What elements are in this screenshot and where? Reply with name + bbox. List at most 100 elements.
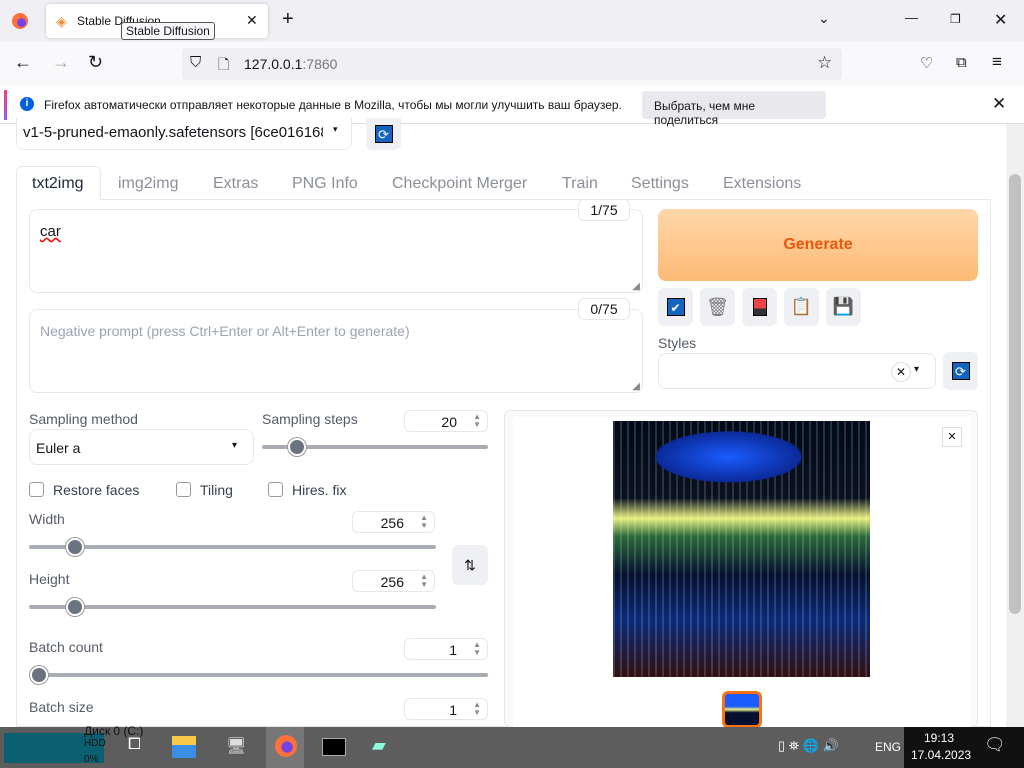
tray-icons[interactable]: ▯ ⛯ 🌐 🔊 — [778, 738, 839, 754]
height-slider[interactable] — [29, 605, 436, 609]
batch-count-slider[interactable] — [29, 673, 488, 677]
disk-type: HDD — [84, 738, 106, 749]
checkpoint-value: v1-5-pruned-emaonly.safetensors [6ce0161… — [23, 124, 323, 141]
info-icon: i — [20, 97, 34, 111]
tab-extensions[interactable]: Extensions — [723, 175, 801, 193]
negative-prompt-input[interactable]: Negative prompt (press Ctrl+Enter or Alt… — [29, 309, 643, 393]
sampling-steps-input[interactable]: 20 ▲ ▼ — [404, 410, 488, 432]
terminal-icon[interactable] — [322, 738, 346, 756]
prompt-input[interactable]: car ◢ — [29, 209, 643, 293]
prompt-token-counter: 1/75 — [578, 199, 630, 221]
task-view-icon[interactable]: ⧠ — [128, 736, 141, 754]
restore-faces-checkbox[interactable] — [29, 482, 44, 497]
sampling-steps-label: Sampling steps — [262, 411, 358, 427]
tab-strip: ◈ Stable Diffusion ✕ Stable Diffusion + … — [0, 0, 1024, 42]
hires-fix-label: Hires. fix — [292, 482, 347, 498]
refresh-icon: ⟳ — [374, 125, 393, 143]
new-tab-button[interactable]: + — [282, 8, 294, 31]
firefox-menu-icon[interactable] — [12, 13, 28, 29]
extensions-icon[interactable]: ⧉ — [956, 54, 967, 71]
clock-time[interactable]: 19:13 — [924, 731, 954, 745]
taskbar: Диск 0 (C:) HDD 0% ⧠ 🖥 ▰ ▯ ⛯ 🌐 🔊 ENG 19:… — [0, 724, 1024, 768]
generate-button[interactable]: Generate — [658, 209, 978, 281]
close-window-icon[interactable]: ✕ — [994, 10, 1007, 30]
width-input[interactable]: 256 ▲ ▼ — [352, 511, 435, 533]
tab-train[interactable]: Train — [562, 175, 598, 193]
refresh-styles-button[interactable]: ⟳ — [943, 352, 978, 390]
checkpoint-select[interactable]: v1-5-pruned-emaonly.safetensors [6ce0161… — [16, 118, 352, 150]
hires-fix-checkbox[interactable] — [268, 482, 283, 497]
tab-settings[interactable]: Settings — [631, 175, 689, 193]
page-icon: 🗋 — [218, 56, 230, 72]
tab-png-info[interactable]: PNG Info — [292, 175, 358, 193]
chevron-down-icon: ▾ — [232, 440, 238, 451]
minimize-icon[interactable]: — — [905, 10, 918, 25]
sampling-method-select[interactable]: Euler a ▾ — [29, 429, 254, 465]
save-style-button[interactable]: 💾 — [826, 288, 861, 326]
tiling-checkbox[interactable] — [176, 482, 191, 497]
batch-size-value: 1 — [449, 702, 457, 718]
paste-button[interactable]: 📋 — [784, 288, 819, 326]
close-image-icon[interactable]: ✕ — [942, 427, 962, 447]
chevron-down-icon: ▾ — [914, 364, 920, 375]
sampling-steps-handle[interactable] — [288, 438, 306, 456]
tiling-label: Tiling — [200, 482, 233, 498]
height-input[interactable]: 256 ▲ ▼ — [352, 570, 435, 592]
clear-prompt-button[interactable]: 🗑 — [700, 288, 735, 326]
clock-date[interactable]: 17.04.2023 — [911, 748, 971, 762]
list-tabs-icon[interactable]: ⌄ — [818, 10, 830, 27]
reload-icon[interactable]: ↻ — [88, 52, 103, 73]
swap-dimensions-button[interactable]: ⇅ — [452, 545, 488, 585]
firefox-taskbar-icon[interactable] — [275, 735, 297, 757]
chevron-down-icon: ▾ — [333, 124, 338, 134]
image-thumbnail[interactable] — [722, 691, 762, 728]
generate-label: Generate — [783, 236, 853, 253]
scrollbar[interactable] — [1006, 124, 1024, 727]
swap-icon: ⇅ — [464, 556, 476, 573]
bookmark-star-icon[interactable]: ☆ — [817, 53, 832, 73]
height-value: 256 — [380, 574, 404, 590]
notepad-icon[interactable]: ▰ — [372, 735, 386, 756]
tab-img2img[interactable]: img2img — [118, 175, 178, 193]
tab-extras[interactable]: Extras — [213, 175, 258, 193]
batch-size-input[interactable]: 1 ▲ ▼ — [404, 698, 488, 720]
extra-networks-button[interactable] — [742, 288, 777, 326]
pocket-icon[interactable]: ♡ — [920, 54, 933, 72]
resource-monitor-icon[interactable]: 🖥 — [226, 736, 246, 756]
width-value: 256 — [380, 515, 404, 531]
menu-icon[interactable]: ≡ — [992, 52, 1002, 72]
refresh-icon: ⟳ — [951, 362, 970, 380]
styles-dropdown[interactable]: ✕ ▾ — [658, 353, 936, 389]
language-indicator[interactable]: ENG — [875, 740, 901, 754]
apply-style-button[interactable]: ✔ — [658, 288, 693, 326]
trash-icon: 🗑 — [706, 296, 729, 317]
notification-choose-button[interactable]: Выбрать, чем мне поделиться — [642, 91, 826, 127]
refresh-checkpoint-button[interactable]: ⟳ — [366, 118, 401, 150]
maximize-icon[interactable]: ❐ — [950, 12, 961, 26]
close-tab-icon[interactable]: ✕ — [246, 12, 258, 29]
negative-prompt-placeholder: Negative prompt (press Ctrl+Enter or Alt… — [40, 323, 410, 339]
width-handle[interactable] — [66, 538, 84, 556]
floppy-disk-icon: 💾 — [832, 297, 855, 316]
batch-count-input[interactable]: 1 ▲ ▼ — [404, 638, 488, 660]
gallery: ✕ — [504, 410, 978, 737]
styles-label: Styles — [658, 335, 697, 351]
clear-styles-icon[interactable]: ✕ — [891, 362, 911, 382]
batch-count-value: 1 — [449, 642, 457, 658]
notifications-icon[interactable]: 🗨 — [984, 735, 1006, 755]
width-slider[interactable] — [29, 545, 436, 549]
stable-diffusion-icon: ◈ — [56, 13, 67, 29]
forward-icon[interactable]: → — [52, 52, 70, 73]
url-bar[interactable]: ⛉ 🗋 127.0.0.1:7860 ☆ — [182, 48, 842, 80]
notification-text: Firefox автоматически отправляет некотор… — [44, 98, 622, 112]
batch-count-handle[interactable] — [30, 666, 48, 684]
notification-close-icon[interactable]: ✕ — [992, 94, 1006, 114]
batch-size-label: Batch size — [29, 699, 94, 715]
generated-image[interactable] — [613, 421, 870, 677]
height-handle[interactable] — [66, 598, 84, 616]
tab-checkpoint-merger[interactable]: Checkpoint Merger — [392, 175, 527, 193]
back-icon[interactable]: ← — [14, 52, 32, 73]
sampling-steps-value: 20 — [441, 414, 457, 430]
explorer-icon[interactable] — [172, 736, 196, 758]
tab-txt2img[interactable]: txt2img — [32, 175, 84, 193]
